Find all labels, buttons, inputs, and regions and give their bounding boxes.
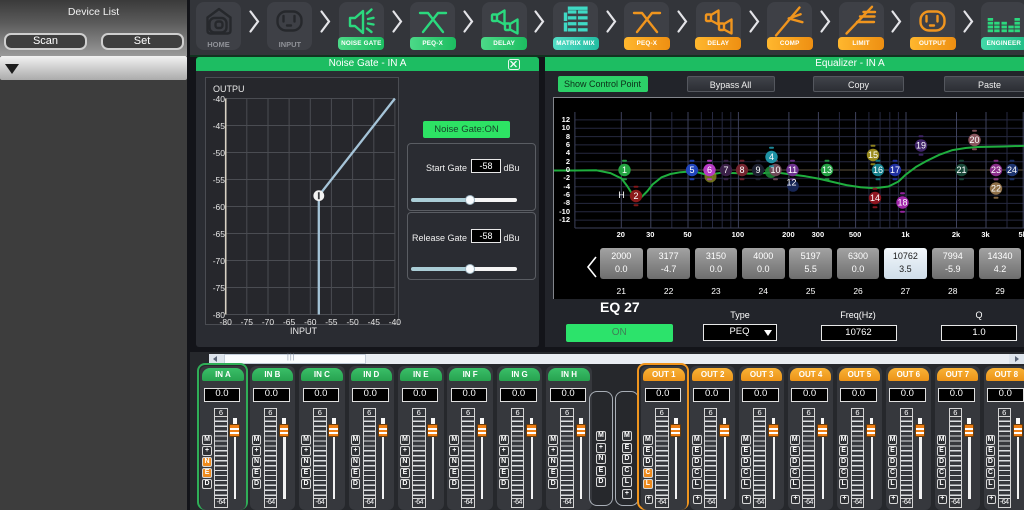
svg-text:13: 13 — [821, 165, 831, 175]
svg-text:18: 18 — [897, 197, 907, 207]
svg-text:5: 5 — [689, 165, 694, 175]
svg-text:1: 1 — [621, 165, 626, 175]
svg-text:19: 19 — [915, 140, 925, 150]
svg-text:8: 8 — [739, 165, 744, 175]
svg-text:16: 16 — [872, 165, 882, 175]
svg-text:2: 2 — [633, 191, 638, 201]
svg-text:21: 21 — [956, 165, 966, 175]
svg-text:4: 4 — [768, 152, 773, 162]
svg-text:20: 20 — [969, 135, 979, 145]
svg-text:11: 11 — [787, 165, 796, 175]
svg-text:22: 22 — [990, 183, 1000, 193]
svg-text:15: 15 — [867, 150, 877, 160]
svg-text:12: 12 — [786, 177, 796, 187]
svg-text:24: 24 — [1006, 165, 1016, 175]
svg-text:6: 6 — [706, 165, 711, 175]
svg-text:17: 17 — [889, 165, 899, 175]
svg-text:H: H — [618, 190, 625, 200]
svg-text:14: 14 — [869, 193, 879, 203]
svg-text:23: 23 — [990, 165, 1000, 175]
svg-text:7: 7 — [723, 165, 728, 175]
svg-text:9: 9 — [755, 165, 760, 175]
